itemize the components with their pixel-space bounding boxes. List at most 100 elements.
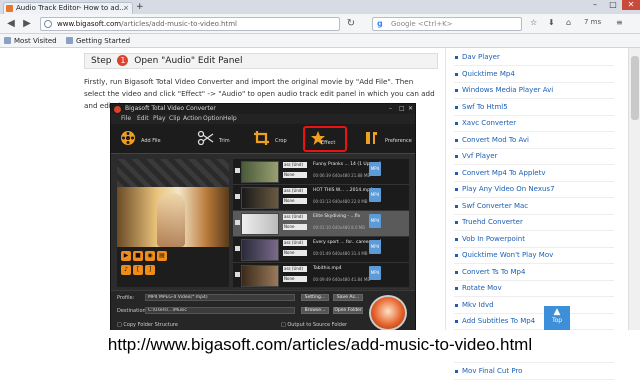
close-window-button[interactable]: ✕ <box>622 0 640 10</box>
step-title: Open "Audio" Edit Panel <box>134 56 243 66</box>
menu-icon[interactable]: ≡ <box>616 18 623 27</box>
copy-folder-option: □ Copy Folder Structure <box>117 322 178 328</box>
bookmark-most-visited[interactable]: Most Visited <box>4 34 57 48</box>
bookmark-star-icon[interactable]: ☆ <box>530 18 537 27</box>
file-checkbox <box>235 272 240 277</box>
app-menu-action: Action <box>183 115 202 122</box>
file-thumbnail <box>241 239 279 261</box>
google-icon: g <box>377 19 383 28</box>
convert-button <box>369 295 407 330</box>
sidebar-link[interactable]: Truehd Converter <box>454 215 614 231</box>
converter-app-screenshot: Bigasoft Total Video Converter – □ ✕ Fil… <box>110 103 416 331</box>
back-to-top-button[interactable]: ▲ Top <box>544 306 570 330</box>
tab-title: Audio Track Editor- How to ad... <box>16 4 126 12</box>
file-meta: 00:01:49 640x480 31.4 MB <box>313 251 368 256</box>
open-folder-button: Open Folder <box>333 307 363 314</box>
audio-select: None <box>283 276 307 282</box>
preference-tool: Preference <box>363 128 415 152</box>
output-source-label: Output to Source Folder <box>287 322 348 328</box>
trim-tool: Trim <box>197 128 237 152</box>
file-thumbnail <box>241 265 279 287</box>
sidebar-link[interactable]: Swf To Html5 <box>454 100 614 116</box>
file-checkbox <box>235 194 240 199</box>
sidebar-link[interactable]: Xavc Converter <box>454 116 614 132</box>
file-meta: 00:01:10 640x480 8.0 MB <box>313 225 365 230</box>
top-label: Top <box>551 317 563 324</box>
video-frame <box>117 187 229 247</box>
sidebar-link[interactable]: Quicktime Won't Play Mov <box>454 248 614 264</box>
app-menu-file: File <box>121 115 132 122</box>
sidebar-link[interactable]: Vvf Player <box>454 149 614 165</box>
sidebar-link[interactable]: Vob In Powerpoint <box>454 232 614 248</box>
app-title: Bigasoft Total Video Converter <box>125 105 216 112</box>
sidebar-link[interactable]: Rotate Mov <box>454 281 614 297</box>
tools-icon <box>366 132 377 144</box>
app-menu-help: Help <box>223 115 237 122</box>
audio-select: None <box>283 198 307 204</box>
sidebar-link[interactable]: Add Subtitles To Mp4 <box>454 314 614 330</box>
url-bar[interactable]: www.bigasoft.com/articles/add-music-to-v… <box>40 17 340 31</box>
file-row: ass (Und) None HOT THIS W... ...2014.mp4 00… <box>233 185 409 211</box>
tab-close-icon[interactable]: × <box>123 3 129 14</box>
maximize-button[interactable]: □ <box>604 0 622 10</box>
play-icon: ▶ <box>121 251 131 261</box>
destination-field: C:\Users\...\Music <box>145 307 295 314</box>
add-file-label: Add File <box>141 138 161 144</box>
back-button[interactable]: ◀ <box>4 17 18 31</box>
crop-label: Crop <box>275 138 287 144</box>
favicon-icon <box>6 5 13 12</box>
sidebar-link[interactable]: Mkv Idvd <box>454 298 614 314</box>
mp4-format-icon: MP4 <box>369 266 381 280</box>
audio-select: None <box>283 250 307 256</box>
step-prefix: Step <box>91 56 112 66</box>
page-scrollbar[interactable] <box>628 48 640 330</box>
audio-select: None <box>283 224 307 230</box>
sidebar-link[interactable]: Windows Media Player Avi <box>454 83 614 99</box>
sidebar-link[interactable]: Dav Player <box>454 50 614 66</box>
sidebar-link[interactable]: Convert Mod To Avi <box>454 133 614 149</box>
app-minimize-icon: – <box>389 105 392 112</box>
minimize-button[interactable]: – <box>586 0 604 10</box>
file-meta: 00:03:13 640x480 22.0 MB <box>313 199 368 204</box>
file-row: ass (Und) None Elite Skydiving - ...flv 00:… <box>233 211 409 237</box>
browse-button: Browse... <box>301 307 329 314</box>
volume-icon: ♪ <box>121 265 131 275</box>
app-titlebar: Bigasoft Total Video Converter – □ ✕ <box>111 104 415 114</box>
effect-highlight-box <box>303 126 347 152</box>
search-placeholder: Google <Ctrl+K> <box>391 20 453 28</box>
sidebar-link[interactable]: Convert Ts To Mp4 <box>454 265 614 281</box>
bookmark-label: Getting Started <box>76 37 131 45</box>
sidebar-link[interactable]: Mov Final Cut Pro <box>454 364 614 380</box>
home-icon[interactable]: ⌂ <box>566 18 571 27</box>
performer-figure <box>157 193 185 247</box>
app-logo-icon <box>114 106 121 113</box>
file-checkbox <box>235 246 240 251</box>
bookmark-getting-started[interactable]: Getting Started <box>66 34 130 48</box>
sidebar-link[interactable]: Convert Mp4 To Appletv <box>454 166 614 182</box>
settings-button: Setting... <box>301 294 329 301</box>
download-icon[interactable]: ⬇ <box>548 18 555 27</box>
scroll-thumb[interactable] <box>631 56 639 120</box>
sidebar-link[interactable]: Swf Converter Mac <box>454 199 614 215</box>
file-thumbnail <box>241 213 279 235</box>
page-content: Step 1 Open "Audio" Edit Panel Firstly, … <box>0 48 640 380</box>
app-toolbar: Add File Trim Crop Effect Preference <box>111 124 415 154</box>
navigation-bar: ◀ ▶ www.bigasoft.com/articles/add-music-… <box>0 14 640 34</box>
file-list: ass (Und) None Funny Pranks ... 14 (1 Up.m… <box>233 159 409 289</box>
file-row: ass (Und) None Every sport ... for.. caree… <box>233 237 409 263</box>
new-tab-button[interactable]: + <box>136 2 144 12</box>
crop-tool: Crop <box>253 128 293 152</box>
file-row: ass (Und) None Tabithis.mp4 00:09:49 640x48… <box>233 263 409 289</box>
forward-button[interactable]: ▶ <box>20 17 34 31</box>
sidebar-link[interactable]: Play Any Video On Nexus7 <box>454 182 614 198</box>
browser-tab[interactable]: Audio Track Editor- How to ad... × <box>3 2 133 14</box>
subtitle-select: ass (Und) <box>283 162 307 168</box>
output-source-option: □ Output to Source Folder <box>281 322 348 328</box>
reload-icon[interactable]: ↻ <box>344 17 358 31</box>
sidebar-link[interactable]: Quicktime Mp4 <box>454 67 614 83</box>
browser-titlebar: Audio Track Editor- How to ad... × + – □… <box>0 0 640 14</box>
mp4-format-icon: MP4 <box>369 162 381 176</box>
mp4-format-icon: MP4 <box>369 188 381 202</box>
related-articles-sidebar: Dav Player Quicktime Mp4 Windows Media Pla… <box>445 48 617 380</box>
search-input[interactable]: g Google <Ctrl+K> <box>372 17 522 31</box>
